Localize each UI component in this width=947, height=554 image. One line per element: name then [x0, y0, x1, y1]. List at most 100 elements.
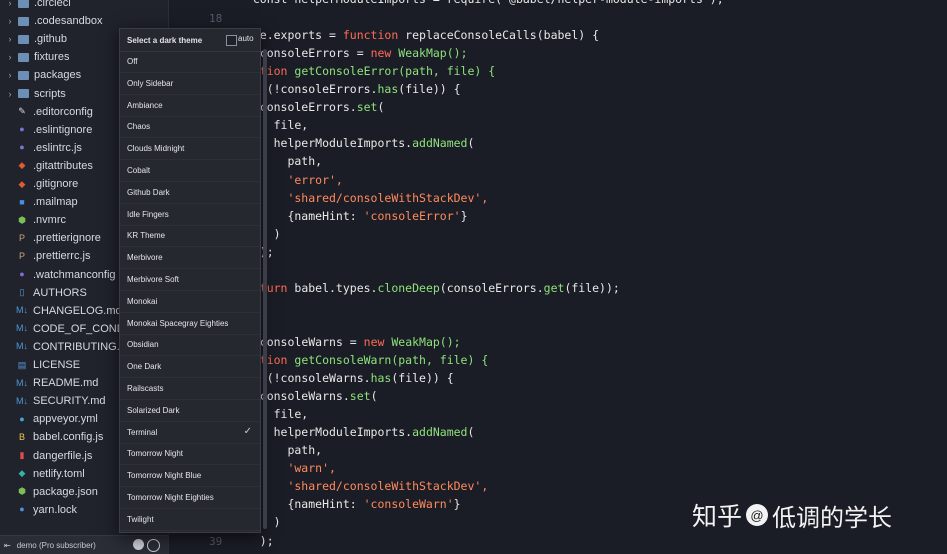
- theme-menu-header: Select a dark theme auto: [120, 29, 260, 52]
- theme-option[interactable]: Twilight: [120, 509, 260, 531]
- theme-option[interactable]: Off: [120, 51, 260, 73]
- chevron-right-icon[interactable]: ›: [6, 34, 14, 44]
- theme-option[interactable]: Obsidian: [120, 334, 260, 357]
- code-token: }: [453, 497, 461, 512]
- theme-option[interactable]: Merbivore: [120, 247, 260, 270]
- info-icon[interactable]: [147, 539, 160, 552]
- code-editor[interactable]: 18 39 const helperModuleImports = require…: [169, 0, 947, 554]
- theme-dropdown-menu: Select a dark theme auto Off Only Sidebar…: [119, 28, 267, 533]
- folder-icon: [17, 70, 29, 81]
- code-line: const helperModuleImports = require('@ba…: [239, 0, 724, 10]
- code-token: 'consoleWarn': [363, 497, 454, 512]
- watermark: 知乎 @ 低调的学长: [692, 497, 892, 533]
- app-window: › .circleci › .codesandbox › .github › fixtures…: [0, 0, 947, 554]
- theme-menu-scrollbar[interactable]: [263, 49, 267, 529]
- folder-item[interactable]: › .circleci: [0, 0, 168, 12]
- theme-option-label: Tomorrow Night Eighties: [127, 493, 214, 502]
- theme-option[interactable]: Github Dark: [120, 182, 260, 204]
- markdown-icon: M↓: [16, 323, 28, 334]
- code-line: 'shared/consoleWithStackDev',: [239, 479, 488, 497]
- theme-option-label: Only Sidebar: [127, 78, 174, 88]
- folder-icon: [17, 0, 29, 9]
- theme-option-label: Off: [127, 57, 138, 66]
- line-number: 18: [209, 12, 223, 25]
- chevron-right-icon[interactable]: ›: [6, 0, 14, 8]
- folder-icon: [17, 16, 29, 27]
- tree-item-label: .watchmanconfig: [33, 268, 116, 281]
- theme-option[interactable]: Monokai: [120, 291, 260, 313]
- eslint-icon: ●: [19, 142, 25, 153]
- theme-option-label: Terminal: [127, 427, 158, 437]
- theme-option[interactable]: Terminal ✓: [120, 422, 260, 444]
- theme-toggle-icon[interactable]: [133, 539, 144, 550]
- tree-item-label: package.json: [33, 485, 98, 498]
- theme-menu-title: Select a dark theme: [127, 35, 203, 45]
- theme-option[interactable]: Idle Fingers: [120, 204, 260, 226]
- theme-option-label: Cobalt: [127, 166, 151, 175]
- tree-item-label: .github: [34, 33, 68, 46]
- danger-icon: ▮: [19, 450, 25, 460]
- tree-item-label: .mailmap: [33, 196, 78, 209]
- code-token: consoleWarns =: [252, 334, 364, 349]
- code-token: (consoleErrors.: [439, 280, 544, 295]
- code-token: addNamed: [412, 425, 468, 440]
- code-token: new: [370, 46, 392, 61]
- code-token: replaceConsoleCalls(babel) {: [398, 28, 600, 43]
- theme-option-label: Tomorrow Night Blue: [127, 471, 202, 481]
- code-token: get: [543, 280, 565, 295]
- tree-item-label: LICENSE: [33, 359, 81, 371]
- collapse-icon[interactable]: ⇤: [4, 541, 11, 550]
- status-bar: ⇤ demo (Pro subscriber): [0, 535, 168, 554]
- tree-item-label: CHANGELOG.md: [33, 304, 122, 317]
- code-line: {nameHint: 'consoleError'}: [239, 208, 467, 227]
- tree-item-label: dangerfile.js: [33, 449, 93, 462]
- code-token: set: [349, 389, 371, 404]
- theme-option[interactable]: One Dark: [120, 356, 260, 379]
- theme-option[interactable]: Railscasts: [120, 378, 260, 400]
- markdown-icon: M↓: [16, 377, 28, 388]
- theme-option[interactable]: Tomorrow Night: [120, 443, 260, 466]
- tree-item-label: CODE_OF_CONDU: [33, 322, 133, 335]
- yarn-icon: ●: [19, 504, 25, 515]
- node-icon: ⬢: [18, 214, 26, 225]
- license-icon: ▤: [17, 359, 27, 370]
- theme-option[interactable]: Only Sidebar: [120, 73, 260, 95]
- theme-option[interactable]: Tomorrow Night Eighties: [120, 487, 260, 509]
- theme-option[interactable]: Monokai Spacegray Eighties: [120, 313, 260, 335]
- chevron-right-icon[interactable]: ›: [6, 70, 14, 80]
- theme-option[interactable]: Solarized Dark: [120, 400, 260, 422]
- theme-option[interactable]: Cobalt: [120, 160, 260, 182]
- theme-option[interactable]: Chaos: [120, 116, 260, 139]
- code-token: (: [467, 136, 475, 151]
- babel-icon: B: [18, 431, 25, 442]
- theme-option[interactable]: Clouds Midnight: [120, 138, 260, 161]
- checkmark-icon: ✓: [243, 425, 252, 437]
- code-line: unction getConsoleWarn(path, file) {: [239, 353, 488, 371]
- theme-option[interactable]: KR Theme: [120, 225, 260, 248]
- code-line: helperModuleImports.addNamed(: [239, 136, 475, 154]
- tree-item-label: .circleci: [34, 0, 71, 9]
- code-line: if (!consoleErrors.has(file)) {: [239, 82, 461, 100]
- chevron-right-icon[interactable]: ›: [6, 52, 14, 62]
- mail-icon: ■: [19, 196, 25, 207]
- markdown-icon: M↓: [16, 395, 28, 406]
- theme-option-label: Chaos: [127, 122, 151, 132]
- auto-checkbox[interactable]: [226, 35, 237, 46]
- folder-icon: [17, 52, 29, 63]
- theme-option[interactable]: Ambiance: [120, 95, 260, 117]
- theme-option-label: Ambiance: [127, 100, 163, 110]
- code-token: (!consoleErrors.: [259, 82, 378, 97]
- theme-option[interactable]: Tomorrow Night Blue: [120, 465, 260, 488]
- theme-option[interactable]: Merbivore Soft: [120, 269, 260, 291]
- chevron-right-icon[interactable]: ›: [6, 89, 14, 99]
- code-token: 'consoleError': [363, 208, 461, 223]
- tree-item-label: yarn.lock: [33, 503, 78, 516]
- chevron-right-icon[interactable]: ›: [6, 16, 14, 26]
- eslint-icon: ●: [19, 124, 25, 135]
- folder-icon: [17, 34, 29, 45]
- tree-item-label: babel.config.js: [33, 431, 104, 444]
- markdown-icon: M↓: [16, 305, 28, 316]
- code-token: );: [239, 533, 274, 548]
- npm-icon: ⬢: [18, 486, 26, 497]
- tree-item-label: .eslintrc.js: [33, 141, 82, 154]
